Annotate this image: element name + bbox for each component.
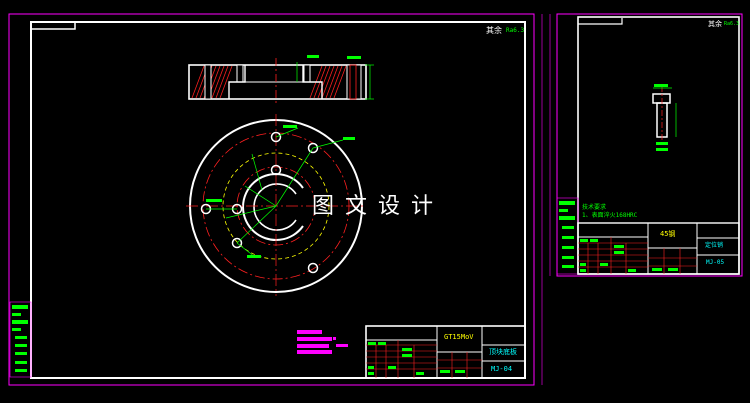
sheet2-title-grid <box>578 237 697 274</box>
watermark-text: 图文设计 <box>312 194 445 219</box>
sheet2-left-revision-block <box>556 197 579 275</box>
sheet1-drawing-number: MJ-04 <box>491 365 513 373</box>
sheet1-roughness-label: 其余 <box>486 26 502 35</box>
sheet2-roughness-label: 其余 <box>708 20 722 28</box>
sheet2-part-name: 定位销 <box>705 242 724 249</box>
sheet2-tech-req-title: 技术要求 <box>582 204 607 211</box>
sheet2-roughness-value: Ra6.3 <box>724 21 740 27</box>
sheet2-material: 45钢 <box>660 230 676 238</box>
sheet1-outer-frame <box>8 13 535 386</box>
sheet2-tech-req-item: 1、表面淬火168HRC <box>582 212 638 219</box>
sheet1-title-fields <box>368 342 465 375</box>
sheet1-border <box>30 21 526 379</box>
sheet2-drawing-number: MJ-05 <box>706 259 725 266</box>
sheet1-material: GT15MoV <box>444 333 474 341</box>
sheet1-left-revision-block <box>9 301 32 378</box>
sheet1-roughness-value: Ra6.3 <box>506 27 525 34</box>
sheet1-notes-block <box>297 330 348 354</box>
sheet2-border <box>577 16 740 275</box>
pin-view <box>652 84 677 151</box>
section-view <box>188 55 374 104</box>
sheet1-part-name: 顶块底板 <box>489 348 517 356</box>
